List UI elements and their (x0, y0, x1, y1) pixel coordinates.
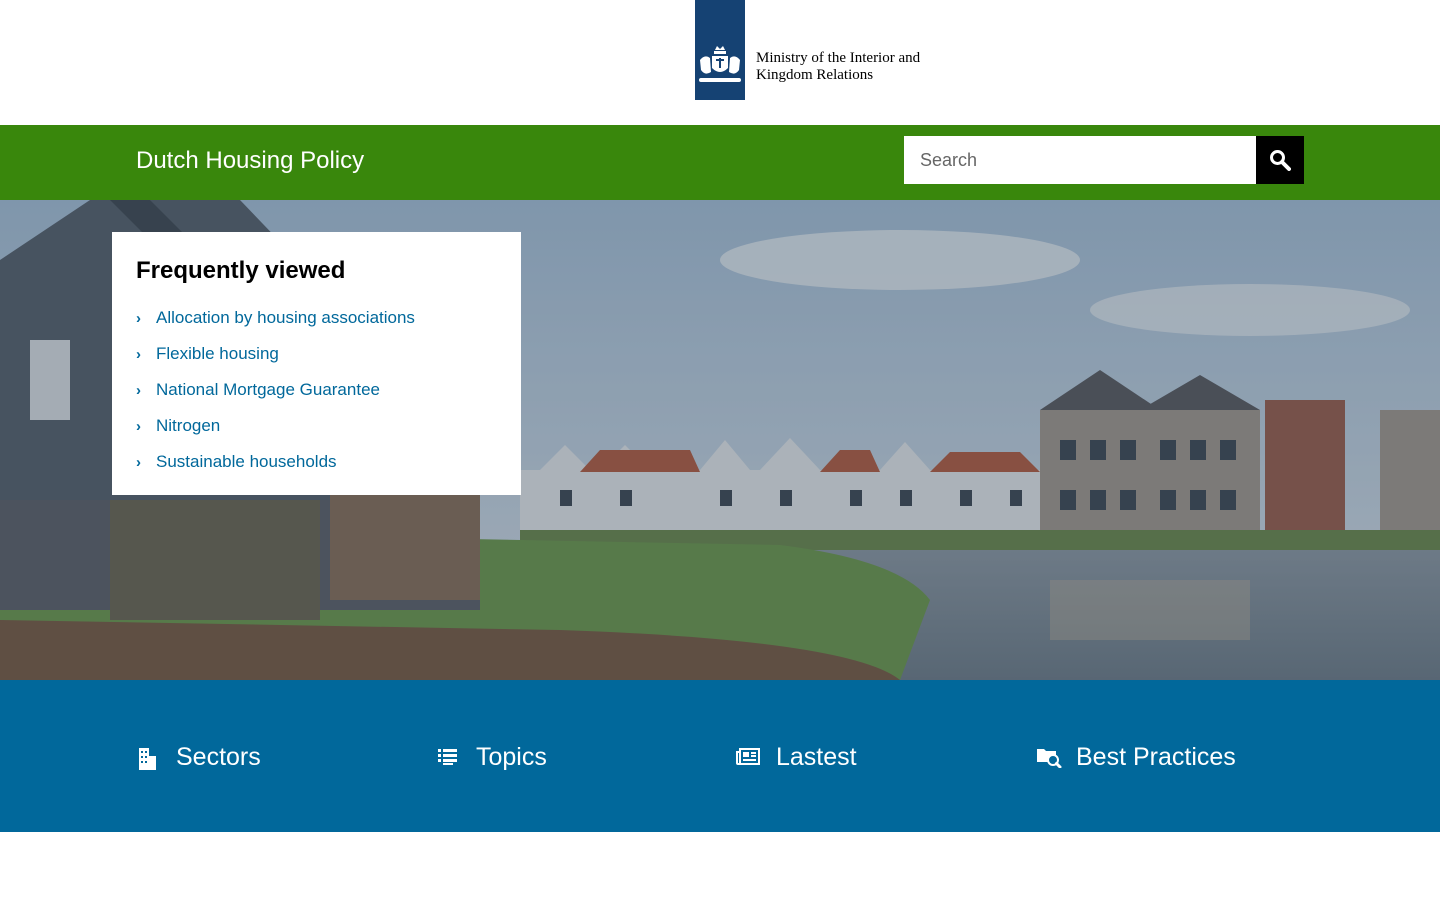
link-flexible-housing[interactable]: Flexible housing (156, 344, 279, 364)
ministry-name: Ministry of the Interior and Kingdom Rel… (756, 50, 920, 84)
link-sustainable-households[interactable]: Sustainable households (156, 452, 337, 472)
list-item: › Nitrogen (136, 408, 497, 444)
search-button[interactable] (1256, 136, 1304, 184)
masthead: Ministry of the Interior and Kingdom Rel… (0, 0, 1440, 125)
search-input[interactable] (904, 136, 1256, 184)
sectors-building-icon (136, 743, 176, 771)
nav-best-practices[interactable]: Best Practices (1036, 740, 1236, 774)
nav-topics-label: Topics (476, 742, 547, 771)
hero-banner: Frequently viewed › Allocation by housin… (0, 200, 1440, 680)
nav-sectors[interactable]: Sectors (136, 740, 261, 774)
list-item: › National Mortgage Guarantee (136, 372, 497, 408)
chevron-right-icon: › (136, 453, 141, 471)
newspaper-icon (736, 743, 776, 771)
chevron-right-icon: › (136, 417, 141, 435)
nav-lastest-label: Lastest (776, 742, 857, 771)
nav-sectors-label: Sectors (176, 742, 261, 771)
ministry-logo[interactable] (695, 0, 745, 100)
site-title[interactable]: Dutch Housing Policy (136, 145, 364, 177)
folder-search-icon (1036, 743, 1076, 771)
list-item: › Allocation by housing associations (136, 300, 497, 336)
coat-of-arms-icon (699, 46, 741, 82)
frequently-viewed-panel: Frequently viewed › Allocation by housin… (112, 232, 521, 495)
list-item: › Flexible housing (136, 336, 497, 372)
nav-best-practices-label: Best Practices (1076, 742, 1236, 771)
frequently-viewed-list: › Allocation by housing associations › F… (136, 300, 497, 480)
site-header-bar: Dutch Housing Policy (0, 125, 1440, 200)
list-icon (436, 743, 476, 771)
link-nitrogen[interactable]: Nitrogen (156, 416, 220, 436)
chevron-right-icon: › (136, 381, 141, 399)
ministry-name-line1: Ministry of the Interior and (756, 50, 921, 66)
list-item: › Sustainable households (136, 444, 497, 480)
section-navigation: Sectors Topics Lastest Best Practices (0, 680, 1440, 832)
ministry-name-line2: Kingdom Relations (756, 67, 874, 83)
frequently-viewed-title: Frequently viewed (136, 257, 346, 284)
chevron-right-icon: › (136, 345, 141, 363)
link-national-mortgage-guarantee[interactable]: National Mortgage Guarantee (156, 380, 380, 400)
search-icon (1270, 150, 1291, 171)
chevron-right-icon: › (136, 309, 141, 327)
link-allocation-by-housing-associations[interactable]: Allocation by housing associations (156, 308, 415, 328)
nav-topics[interactable]: Topics (436, 740, 547, 774)
nav-lastest[interactable]: Lastest (736, 740, 857, 774)
